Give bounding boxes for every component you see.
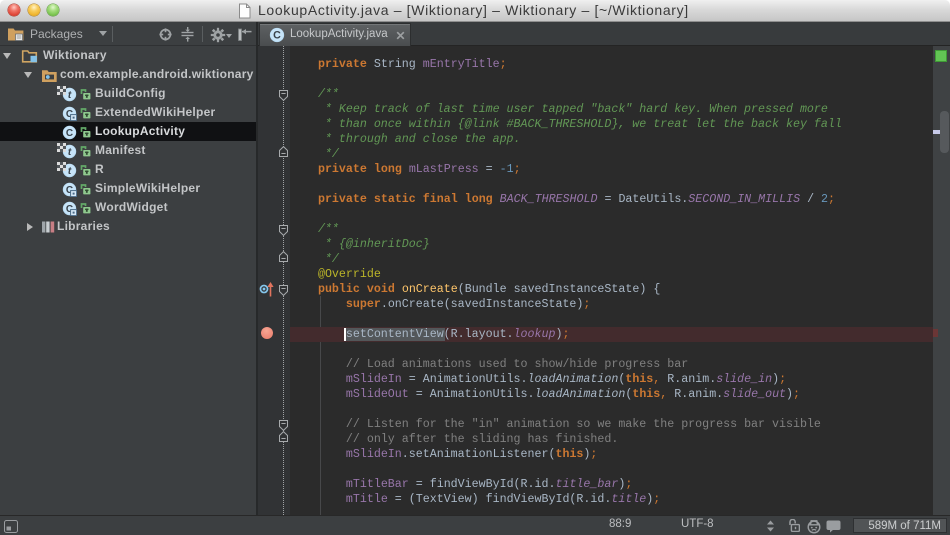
svg-text:C: C bbox=[66, 128, 73, 139]
svg-text:C: C bbox=[273, 30, 281, 42]
